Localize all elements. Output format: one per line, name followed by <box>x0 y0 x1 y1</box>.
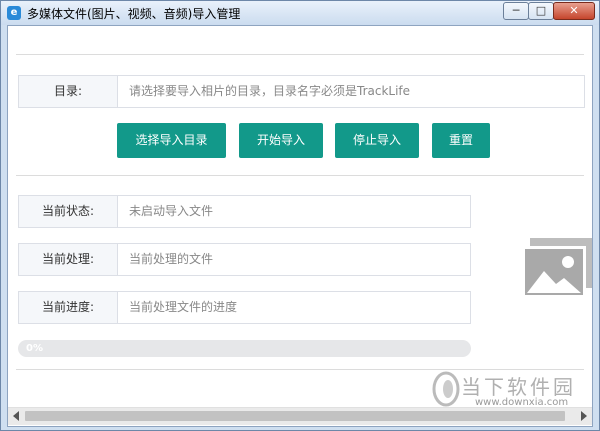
watermark-url: www.downxia.com <box>475 397 569 408</box>
progress-text: 0% <box>26 343 43 354</box>
directory-label: 目录: <box>19 76 118 107</box>
start-import-button[interactable]: 开始导入 <box>239 123 323 158</box>
processing-field: 当前处理: 当前处理的文件 <box>18 243 471 276</box>
progress-value: 当前处理文件的进度 <box>129 300 238 314</box>
minimize-button[interactable]: ─ <box>503 2 529 20</box>
watermark-logo-icon <box>432 371 460 407</box>
directory-field[interactable]: 目录: 请选择要导入相片的目录，目录名字必须是TrackLife <box>18 75 585 108</box>
status-value: 未启动导入文件 <box>129 204 214 218</box>
processing-label: 当前处理: <box>19 244 118 275</box>
client-area: 目录: 请选择要导入相片的目录，目录名字必须是TrackLife 选择导入目录 … <box>7 25 593 427</box>
scroll-left-icon[interactable] <box>13 411 19 421</box>
divider <box>16 369 584 370</box>
app-icon: e <box>7 6 21 20</box>
close-button[interactable]: ✕ <box>553 2 595 20</box>
stop-import-button[interactable]: 停止导入 <box>335 123 419 158</box>
divider <box>16 54 584 55</box>
processing-value: 当前处理的文件 <box>129 252 214 266</box>
progress-bar: 0% <box>18 340 471 357</box>
status-field: 当前状态: 未启动导入文件 <box>18 195 471 228</box>
progress-label: 当前进度: <box>19 292 118 323</box>
directory-input[interactable]: 请选择要导入相片的目录，目录名字必须是TrackLife <box>129 76 410 107</box>
status-label: 当前状态: <box>19 196 118 227</box>
divider <box>16 175 584 176</box>
select-directory-button[interactable]: 选择导入目录 <box>117 123 226 158</box>
watermark: 当下软件园 www.downxia.com <box>431 371 591 423</box>
watermark-text: 当下软件园 <box>461 375 576 399</box>
maximize-button[interactable]: □ <box>528 2 554 20</box>
reset-button[interactable]: 重置 <box>432 123 490 158</box>
title-bar[interactable]: e 多媒体文件(图片、视频、音频)导入管理 ─ □ ✕ <box>1 1 599 25</box>
progress-field: 当前进度: 当前处理文件的进度 <box>18 291 471 324</box>
app-window: e 多媒体文件(图片、视频、音频)导入管理 ─ □ ✕ 目录: 请选择要导入相片… <box>0 0 600 431</box>
window-title: 多媒体文件(图片、视频、音频)导入管理 <box>27 7 241 21</box>
image-placeholder-icon <box>522 238 592 298</box>
